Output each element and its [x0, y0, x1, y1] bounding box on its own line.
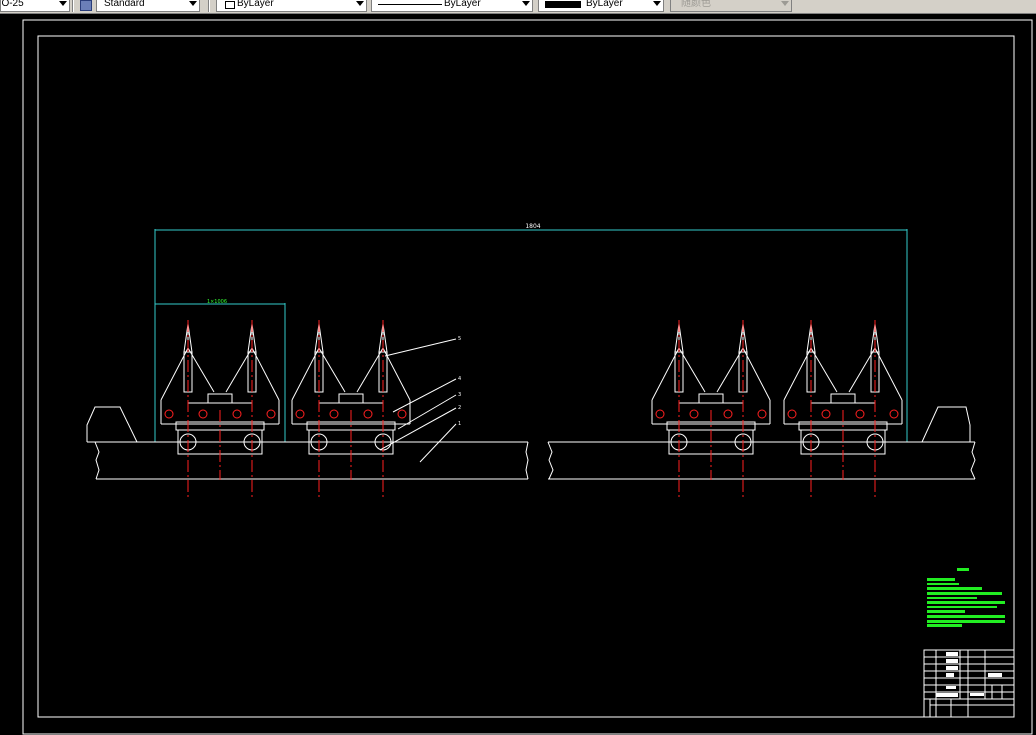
color-swatch-icon — [225, 1, 235, 9]
textstyle-dropdown[interactable]: Standard — [96, 0, 200, 12]
plotstyle-value: 随颜色 — [681, 0, 711, 9]
chevron-down-icon[interactable] — [356, 1, 364, 6]
cutter-unit — [652, 320, 770, 498]
text-style-icon[interactable] — [80, 0, 92, 11]
chevron-down-icon[interactable] — [522, 1, 530, 6]
balloon-label: 3 — [458, 392, 461, 398]
chevron-down-icon[interactable] — [189, 1, 197, 6]
cutter-unit — [784, 320, 902, 498]
cutter-unit — [161, 320, 279, 498]
chevron-down-icon[interactable] — [653, 1, 661, 6]
linetype-preview — [378, 4, 442, 5]
chevron-down-icon[interactable] — [59, 1, 67, 6]
linetype-value: ByLayer — [444, 0, 481, 9]
chevron-down-icon[interactable] — [781, 1, 789, 6]
title-block — [923, 649, 1015, 718]
layer-color-dropdown[interactable]: ByLayer — [216, 0, 367, 12]
balloon-label: 5 — [458, 336, 461, 342]
dimstyle-dropdown[interactable]: ISO-25 — [0, 0, 70, 12]
drawing-canvas[interactable]: 1804 1×1006 5 4 3 2 1 — [0, 14, 1036, 735]
toolbar-separator — [72, 0, 74, 12]
lineweight-preview — [545, 1, 581, 8]
lineweight-dropdown[interactable]: ByLayer — [538, 0, 664, 12]
left-rail — [86, 406, 529, 480]
linetype-dropdown[interactable]: ByLayer — [371, 0, 533, 12]
plotstyle-dropdown[interactable]: 随颜色 — [670, 0, 792, 12]
balloon-label: 2 — [458, 405, 461, 411]
outer-frame — [22, 19, 1033, 735]
pitch-dimension-text: 1×1006 — [207, 299, 227, 305]
leader-lines — [379, 338, 457, 463]
dimstyle-value: ISO-25 — [1, 0, 24, 9]
technical-notes — [927, 568, 1005, 627]
balloon-label: 1 — [458, 421, 461, 427]
layer-color-value: ByLayer — [237, 0, 274, 9]
cutter-unit — [292, 320, 410, 498]
properties-toolbar: ISO-25 Standard ByLayer ByLayer ByLayer … — [0, 0, 1036, 14]
balloon-label: 4 — [458, 376, 461, 382]
lineweight-value: ByLayer — [586, 0, 623, 9]
overall-dimension: 1804 — [154, 223, 908, 442]
overall-dimension-text: 1804 — [525, 223, 540, 230]
toolbar-separator — [208, 0, 210, 12]
textstyle-value: Standard — [104, 0, 145, 9]
